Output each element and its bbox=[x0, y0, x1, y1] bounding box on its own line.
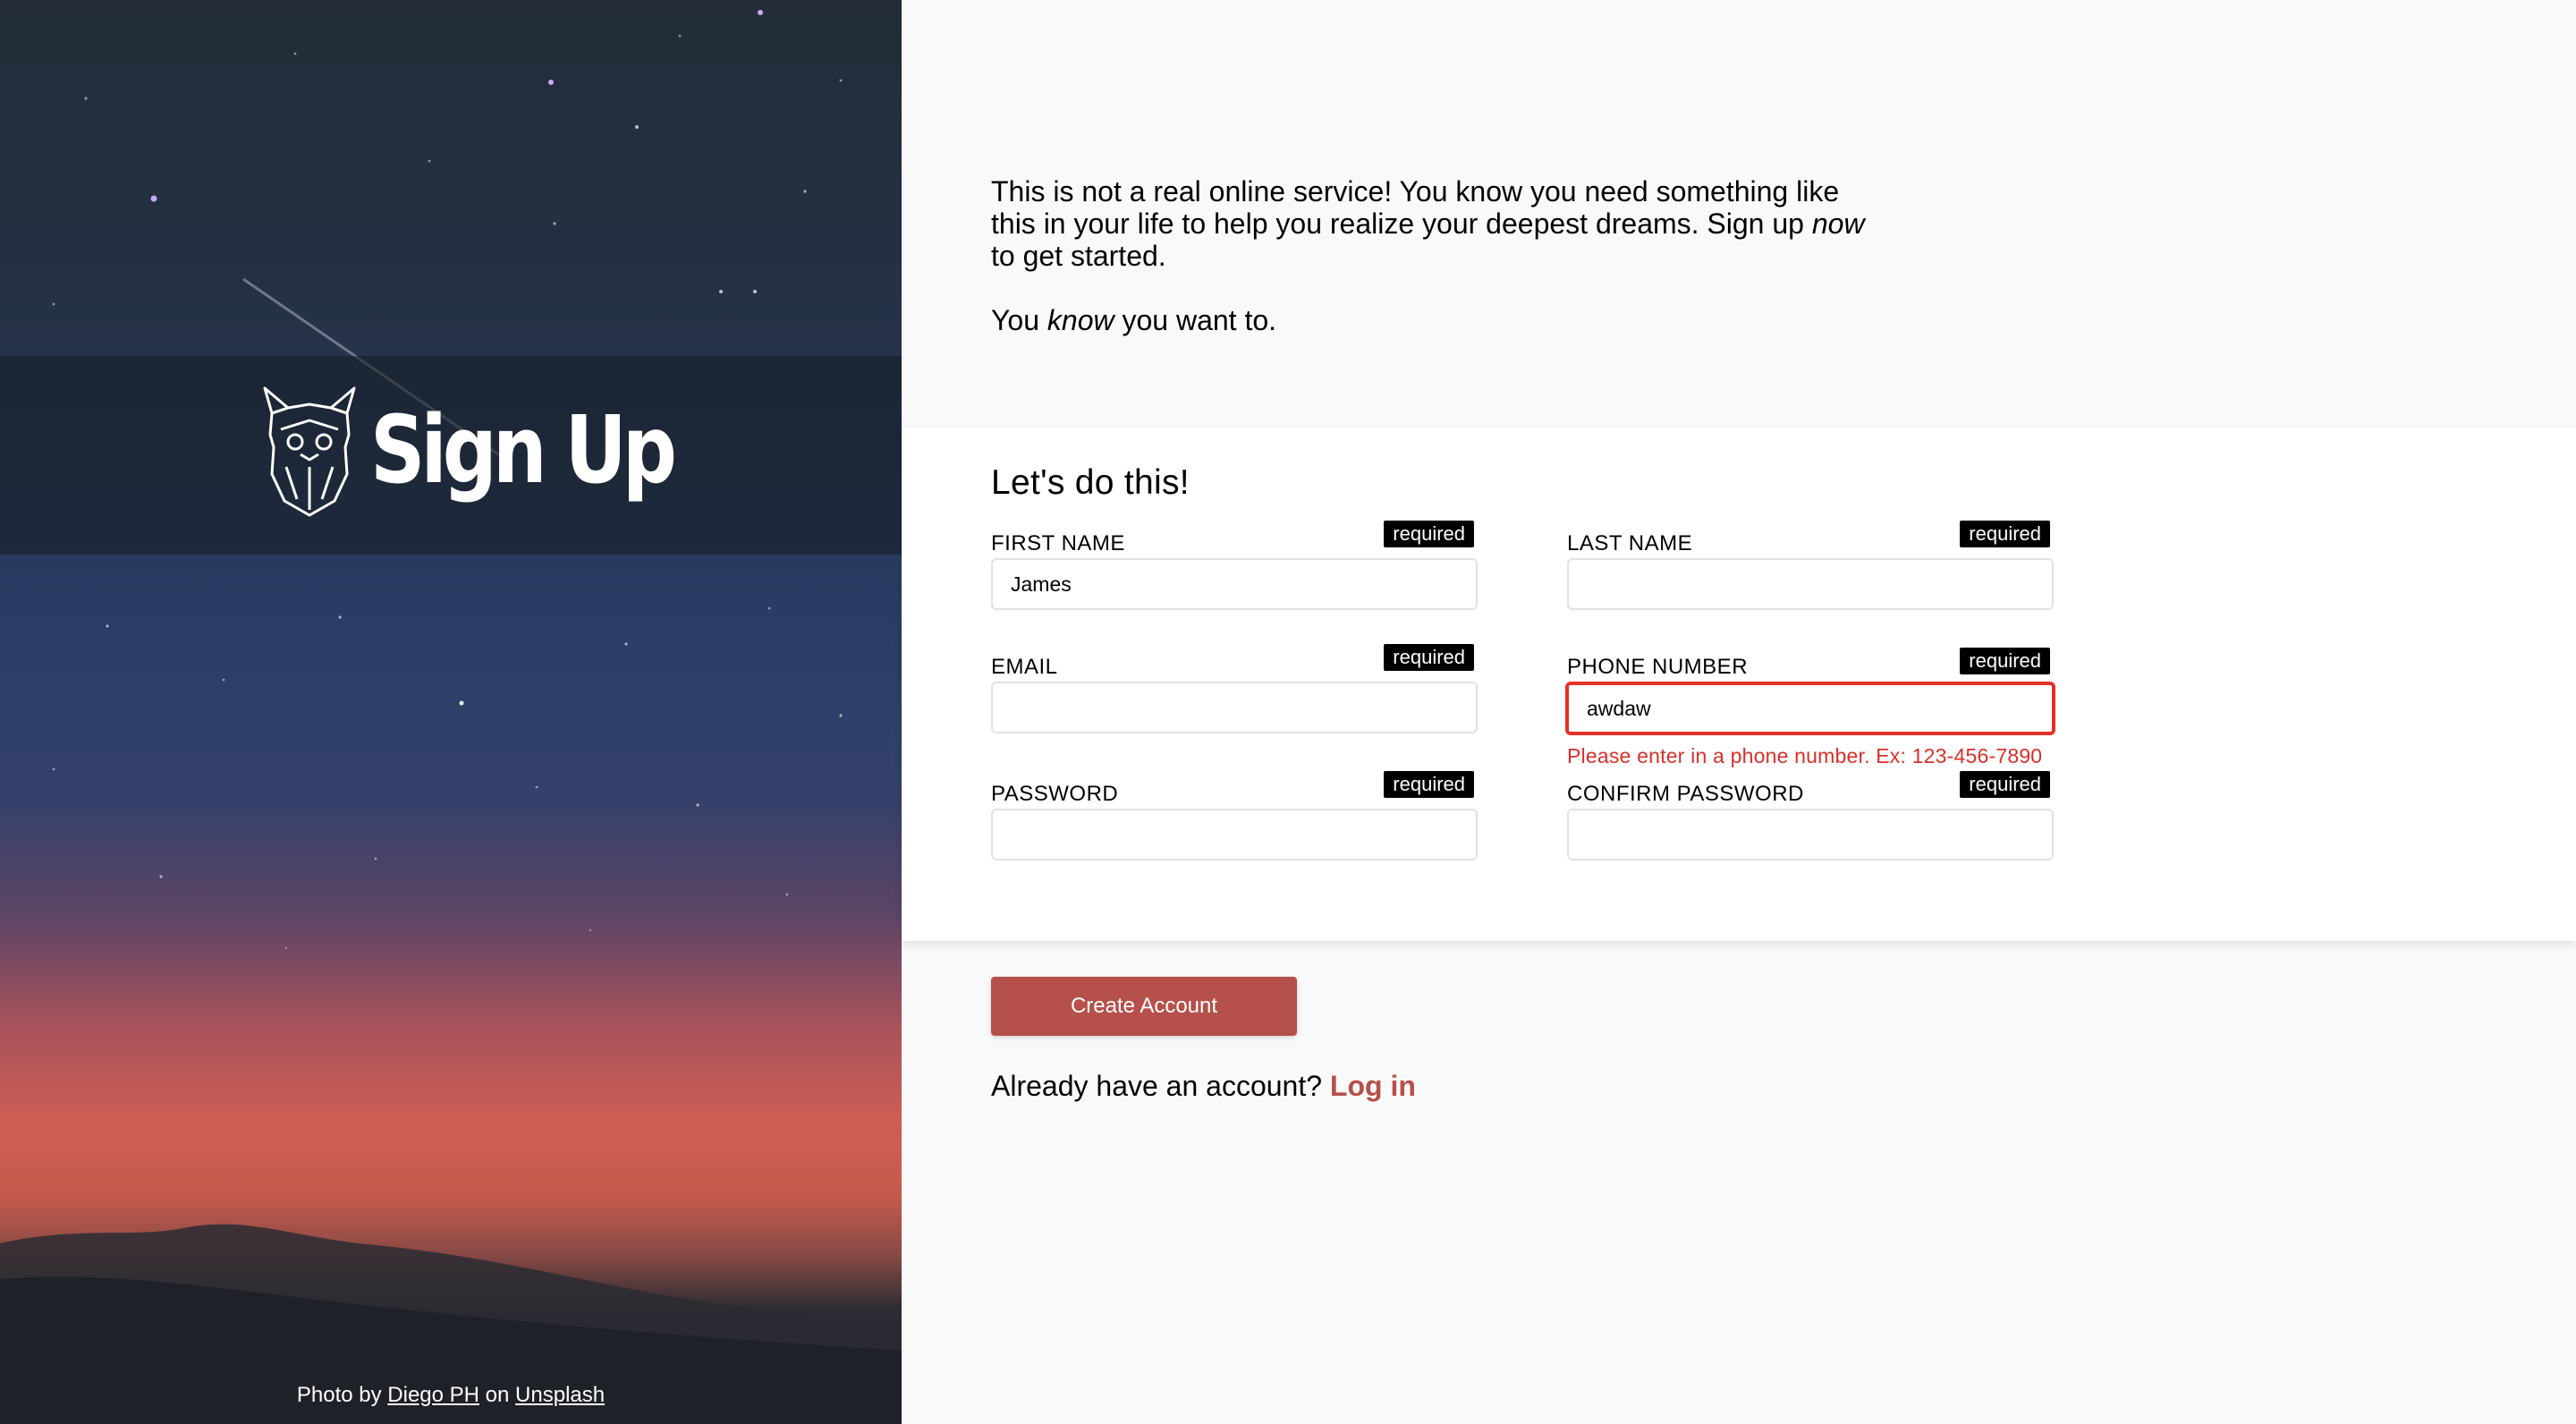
required-badge: required bbox=[1384, 521, 1474, 547]
intro-paragraph-2: You know you want to. bbox=[991, 304, 1277, 336]
required-badge: required bbox=[1960, 521, 2050, 547]
password-input[interactable] bbox=[991, 809, 1478, 860]
required-badge: required bbox=[1384, 644, 1474, 671]
phone-error-message: Please enter in a phone number. Ex: 123-… bbox=[1567, 744, 2043, 767]
password-field-group: PASSWORD required bbox=[991, 771, 1478, 860]
login-link[interactable]: Log in bbox=[1330, 1070, 1416, 1102]
phone-field-group: PHONE NUMBER required Please enter in a … bbox=[1565, 648, 2055, 768]
required-badge: required bbox=[1960, 648, 2050, 674]
viking-dog-logo-icon bbox=[263, 386, 356, 517]
login-prompt-text: Already have an account? bbox=[991, 1070, 1323, 1102]
phone-input[interactable] bbox=[1565, 682, 2055, 735]
last-name-field-group: LAST NAME required bbox=[1567, 521, 2054, 610]
required-badge: required bbox=[1384, 771, 1474, 798]
intro-paragraph-1: This is not a real online service! You k… bbox=[991, 175, 1865, 272]
confirm-password-input[interactable] bbox=[1567, 809, 2054, 860]
required-badge: required bbox=[1960, 771, 2050, 798]
credit-middle: on bbox=[485, 1383, 510, 1407]
photo-credit: Photo by Diego PH on Unsplash bbox=[0, 1383, 902, 1408]
create-account-button[interactable]: Create Account bbox=[991, 977, 1297, 1036]
email-field-group: EMAIL required bbox=[991, 644, 1478, 733]
page-title: Sign Up bbox=[370, 395, 677, 504]
first-name-input[interactable] bbox=[991, 558, 1478, 610]
first-name-field-group: FIRST NAME required bbox=[991, 521, 1478, 610]
hero-panel: Sign Up Photo by Diego PH on Unsplash bbox=[0, 0, 902, 1424]
signup-form: Let's do this! FIRST NAME required LAST … bbox=[902, 428, 2576, 941]
last-name-input[interactable] bbox=[1567, 558, 2054, 610]
credit-author-link[interactable]: Diego PH bbox=[387, 1383, 479, 1407]
login-prompt: Already have an account? Log in bbox=[991, 1070, 1416, 1103]
credit-site-link[interactable]: Unsplash bbox=[515, 1383, 605, 1407]
credit-prefix: Photo by bbox=[296, 1383, 382, 1407]
starfield-background bbox=[0, 10, 902, 1424]
intro-text: This is not a real online service! You k… bbox=[991, 175, 1885, 369]
email-input[interactable] bbox=[991, 682, 1478, 733]
form-heading: Let's do this! bbox=[991, 463, 1190, 502]
confirm-password-field-group: CONFIRM PASSWORD required bbox=[1567, 771, 2054, 860]
